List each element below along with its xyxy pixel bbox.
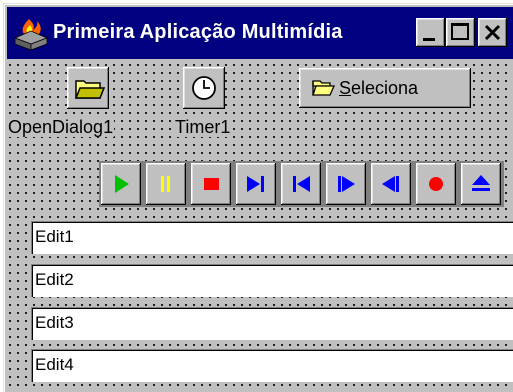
title-bar[interactable]: Primeira Aplicação Multimídia (7, 7, 513, 59)
eject-button[interactable] (461, 163, 501, 205)
edit1-field[interactable] (31, 221, 513, 254)
opendialog-component[interactable] (67, 67, 109, 109)
application-window: Primeira Aplicação Multimídia OpenDialog… (3, 3, 513, 392)
edit2-input[interactable] (35, 267, 505, 293)
edit1-input[interactable] (35, 224, 505, 250)
maximize-button[interactable] (446, 18, 475, 47)
maximize-icon (451, 23, 469, 40)
pause-button[interactable] (146, 163, 186, 205)
seleciona-label: Seleciona (339, 78, 419, 98)
edit2-field[interactable] (31, 264, 513, 297)
pause-icon (161, 176, 170, 192)
window-title: Primeira Aplicação Multimídia (53, 21, 343, 43)
edit3-input[interactable] (35, 310, 505, 336)
back-button[interactable] (371, 163, 411, 205)
app-icon (13, 19, 49, 51)
close-button[interactable] (478, 18, 507, 47)
form-client-area: OpenDialog1 Timer1 Seleciona (7, 59, 513, 392)
record-button[interactable] (416, 163, 456, 205)
seleciona-button[interactable]: Seleciona (299, 68, 471, 108)
media-player (99, 161, 504, 207)
edit4-input[interactable] (35, 352, 505, 378)
play-button[interactable] (101, 163, 141, 205)
eject-icon (472, 175, 490, 191)
next-icon (247, 176, 264, 192)
timer-component[interactable] (183, 67, 225, 109)
record-icon (429, 177, 443, 191)
stop-button[interactable] (191, 163, 231, 205)
step-button[interactable] (326, 163, 366, 205)
minimize-button[interactable] (416, 18, 445, 47)
timer-label: Timer1 (174, 117, 232, 137)
close-icon (484, 24, 501, 41)
back-icon (382, 176, 399, 192)
stop-icon (204, 178, 219, 190)
folder-open-icon (312, 80, 335, 96)
edit3-field[interactable] (31, 307, 513, 340)
opendialog-label: OpenDialog1 (7, 117, 115, 137)
step-icon (338, 176, 355, 192)
prev-button[interactable] (281, 163, 321, 205)
prev-icon (293, 176, 310, 192)
next-button[interactable] (236, 163, 276, 205)
play-icon (115, 175, 129, 193)
folder-icon (74, 80, 106, 99)
clock-icon (192, 76, 216, 100)
minimize-icon (423, 38, 435, 41)
edit4-field[interactable] (31, 349, 513, 382)
